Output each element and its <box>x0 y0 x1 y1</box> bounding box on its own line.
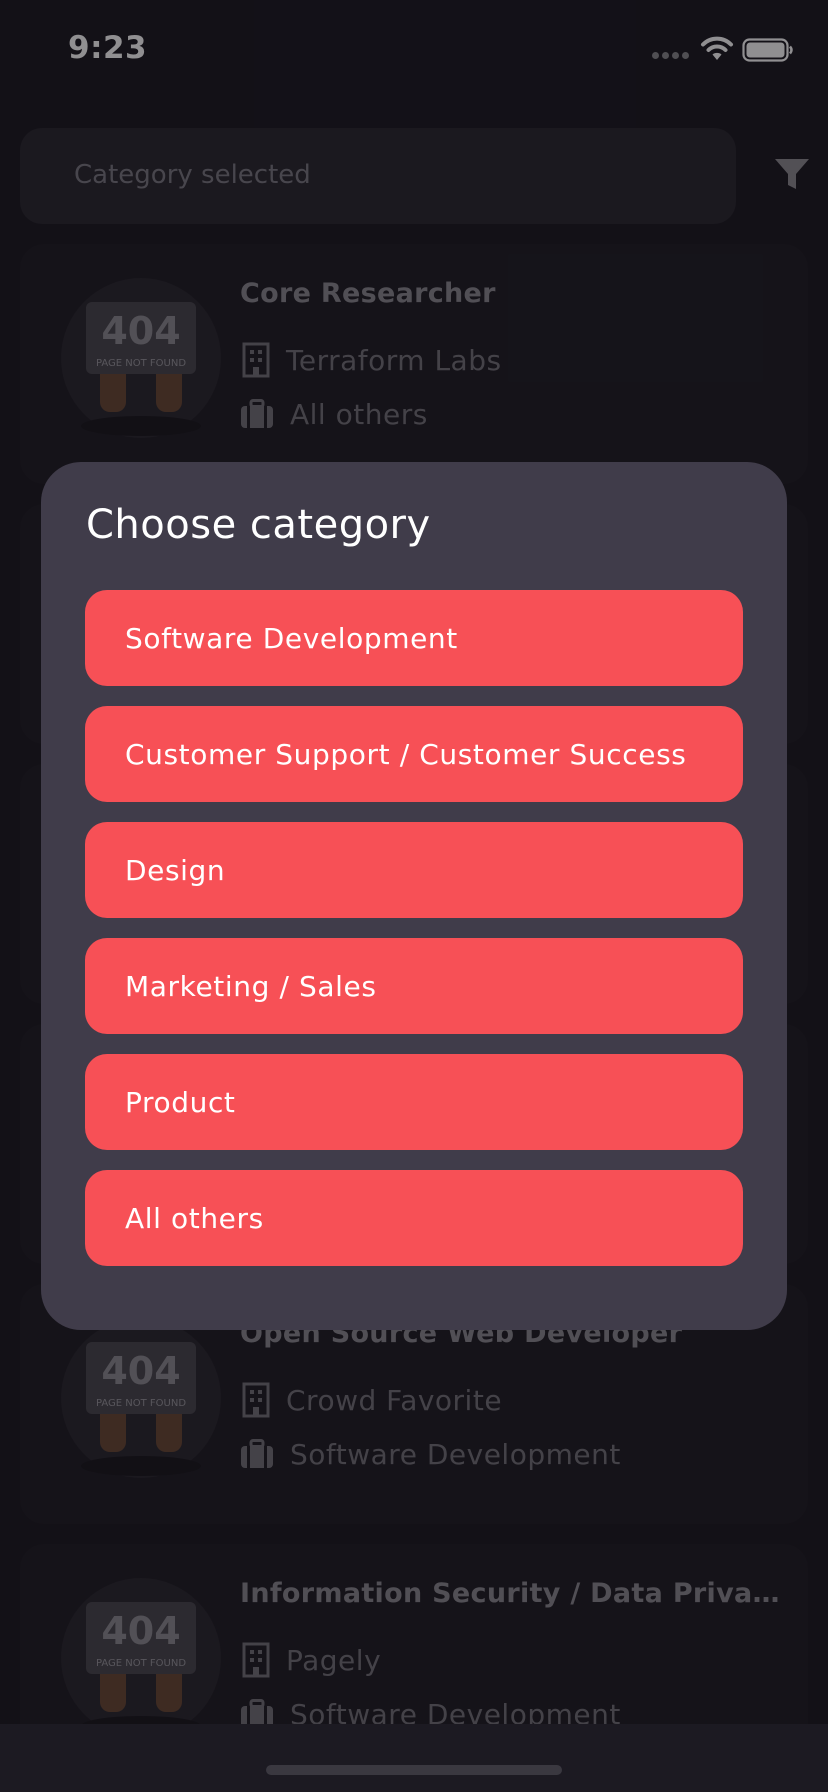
category-options: Software Development Customer Support / … <box>85 590 743 1286</box>
option-label: Marketing / Sales <box>125 969 377 1003</box>
option-label: Product <box>125 1085 236 1119</box>
category-option-all-others[interactable]: All others <box>85 1170 743 1266</box>
bottom-safe-area <box>0 1724 828 1792</box>
category-option-marketing-sales[interactable]: Marketing / Sales <box>85 938 743 1034</box>
option-label: Customer Support / Customer Success <box>125 737 687 771</box>
option-label: All others <box>125 1201 264 1235</box>
choose-category-dialog: Choose category Software Development Cus… <box>41 462 787 1330</box>
option-label: Software Development <box>125 621 458 655</box>
home-indicator <box>266 1765 562 1775</box>
dialog-title: Choose category <box>86 502 431 548</box>
category-option-design[interactable]: Design <box>85 822 743 918</box>
category-option-customer-support[interactable]: Customer Support / Customer Success <box>85 706 743 802</box>
category-option-product[interactable]: Product <box>85 1054 743 1150</box>
category-option-software-development[interactable]: Software Development <box>85 590 743 686</box>
option-label: Design <box>125 853 226 887</box>
